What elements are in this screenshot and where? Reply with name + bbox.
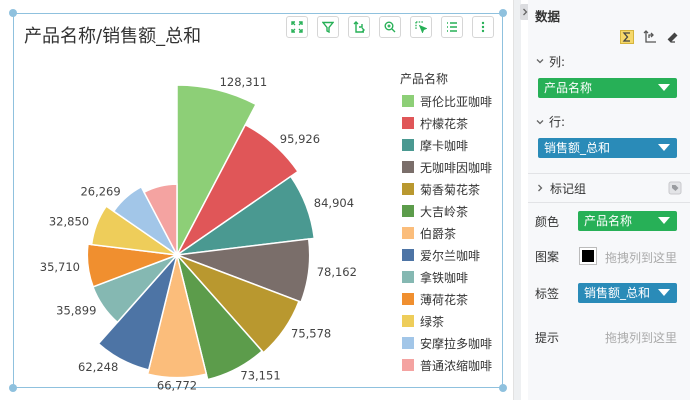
sum-button[interactable] — [620, 30, 634, 44]
legend-item[interactable]: 柠檬花茶 — [402, 112, 492, 134]
legend-swatch — [402, 117, 414, 129]
chevron-down-icon[interactable] — [535, 56, 545, 66]
chart-card[interactable]: 产品名称/销售额_总和 128,311 95,926 84,904 78,162… — [0, 0, 513, 400]
legend-item[interactable]: 拿铁咖啡 — [402, 266, 492, 288]
legend-item[interactable]: 摩卡咖啡 — [402, 134, 492, 156]
legend-item[interactable]: 无咖啡因咖啡 — [402, 156, 492, 178]
color-field-label: 产品名称 — [584, 214, 633, 228]
rows-field-pill[interactable]: 销售额_总和 — [538, 138, 677, 158]
legend-label: 绿茶 — [420, 314, 445, 329]
legend-item[interactable]: 菊香菊花茶 — [402, 178, 492, 200]
legend-swatch — [402, 337, 414, 349]
slice-value-label: 78,162 — [317, 265, 357, 279]
legend-swatch — [402, 95, 414, 107]
slice-value-label: 128,311 — [220, 75, 268, 89]
columns-field-label: 产品名称 — [544, 81, 593, 95]
legend-item[interactable]: 爱尔兰咖啡 — [402, 244, 492, 266]
legend-label: 普通浓缩咖啡 — [420, 358, 493, 373]
legend-item[interactable]: 普通浓缩咖啡 — [402, 354, 492, 376]
legend-label: 哥伦比亚咖啡 — [420, 94, 493, 109]
legend-swatch — [402, 183, 414, 195]
legend-label: 安摩拉多咖啡 — [420, 336, 493, 351]
legend-item[interactable]: 伯爵茶 — [402, 222, 492, 244]
tag-label: 标签 — [535, 287, 560, 301]
swap-axes-button[interactable] — [643, 30, 657, 44]
columns-field-pill[interactable]: 产品名称 — [538, 78, 677, 98]
legend-swatch — [402, 359, 414, 371]
legend: 哥伦比亚咖啡 柠檬花茶摩卡咖啡无咖啡因咖啡 菊香菊花茶大吉岭茶伯爵茶爱尔兰咖啡拿铁咖… — [402, 90, 492, 376]
marks-label: 标记组 — [550, 182, 587, 196]
legend-label: 菊香菊花茶 — [420, 182, 481, 197]
legend-label: 无咖啡因咖啡 — [420, 160, 493, 175]
color-swatch-button[interactable] — [579, 247, 597, 265]
legend-item[interactable]: 薄荷花茶 — [402, 288, 492, 310]
legend-swatch — [402, 205, 414, 217]
slice-value-label: 66,772 — [157, 379, 197, 393]
rows-label: 行: — [549, 115, 566, 129]
legend-label: 大吉岭茶 — [420, 204, 469, 219]
eraser-icon — [667, 32, 678, 43]
panel-title: 数据 — [535, 9, 561, 24]
tooltip-label: 提示 — [535, 331, 560, 345]
legend-item[interactable]: 哥伦比亚咖啡 — [402, 90, 492, 112]
section-divider — [528, 173, 690, 174]
legend-label: 薄荷花茶 — [420, 292, 469, 307]
legend-item[interactable]: 绿茶 — [402, 310, 492, 332]
legend-swatch — [402, 249, 414, 261]
panel-divider[interactable] — [513, 0, 521, 400]
slice-value-label: 73,151 — [240, 369, 280, 383]
slice-value-label: 62,248 — [78, 360, 118, 374]
color-field-pill[interactable]: 产品名称 — [578, 211, 677, 231]
columns-label: 列: — [549, 55, 566, 69]
color-swatch — [582, 250, 594, 262]
color-label: 颜色 — [535, 215, 560, 229]
tooltip-drop-zone[interactable]: 拖拽列到这里 — [605, 329, 677, 346]
pattern-label: 图案 — [535, 250, 560, 264]
slice-value-label: 84,904 — [314, 196, 354, 210]
tag-field-pill[interactable]: 销售额_总和 — [578, 283, 677, 303]
legend-label: 爱尔兰咖啡 — [420, 248, 481, 263]
sum-icon — [620, 30, 634, 44]
legend-title: 产品名称 — [400, 72, 449, 86]
swap-axes-icon — [643, 30, 656, 43]
legend-label: 柠檬花茶 — [420, 116, 469, 131]
clear-button[interactable] — [666, 30, 680, 44]
legend-swatch — [402, 139, 414, 151]
slice-value-label: 95,926 — [280, 132, 320, 146]
slice-value-label: 35,710 — [40, 260, 80, 274]
dropdown-arrow-icon — [658, 144, 670, 151]
legend-label: 摩卡咖啡 — [420, 138, 469, 153]
tag-field-label: 销售额_总和 — [584, 286, 651, 300]
pattern-drop-zone[interactable]: 拖拽列到这里 — [605, 249, 677, 266]
legend-label: 伯爵茶 — [420, 226, 457, 241]
dropdown-arrow-icon — [658, 84, 670, 91]
rows-field-label: 销售额_总和 — [544, 141, 611, 155]
tag-icon[interactable] — [668, 181, 682, 195]
legend-item[interactable]: 大吉岭茶 — [402, 200, 492, 222]
slice-value-label: 35,899 — [56, 304, 96, 318]
chevron-right-icon[interactable] — [535, 183, 545, 193]
panel-toolbar — [620, 30, 680, 44]
legend-swatch — [402, 227, 414, 239]
chevron-down-icon[interactable] — [535, 117, 545, 127]
legend-swatch — [402, 161, 414, 173]
slice-value-label: 32,850 — [49, 215, 89, 229]
legend-swatch — [402, 315, 414, 327]
slice-value-label: 75,578 — [291, 327, 331, 341]
legend-swatch — [402, 293, 414, 305]
section-divider — [528, 202, 690, 203]
slice-value-label: 26,269 — [80, 184, 120, 198]
legend-label: 拿铁咖啡 — [420, 270, 469, 285]
legend-item[interactable]: 安摩拉多咖啡 — [402, 332, 492, 354]
dropdown-arrow-icon — [658, 217, 670, 224]
legend-swatch — [402, 271, 414, 283]
dropdown-arrow-icon — [658, 289, 670, 296]
